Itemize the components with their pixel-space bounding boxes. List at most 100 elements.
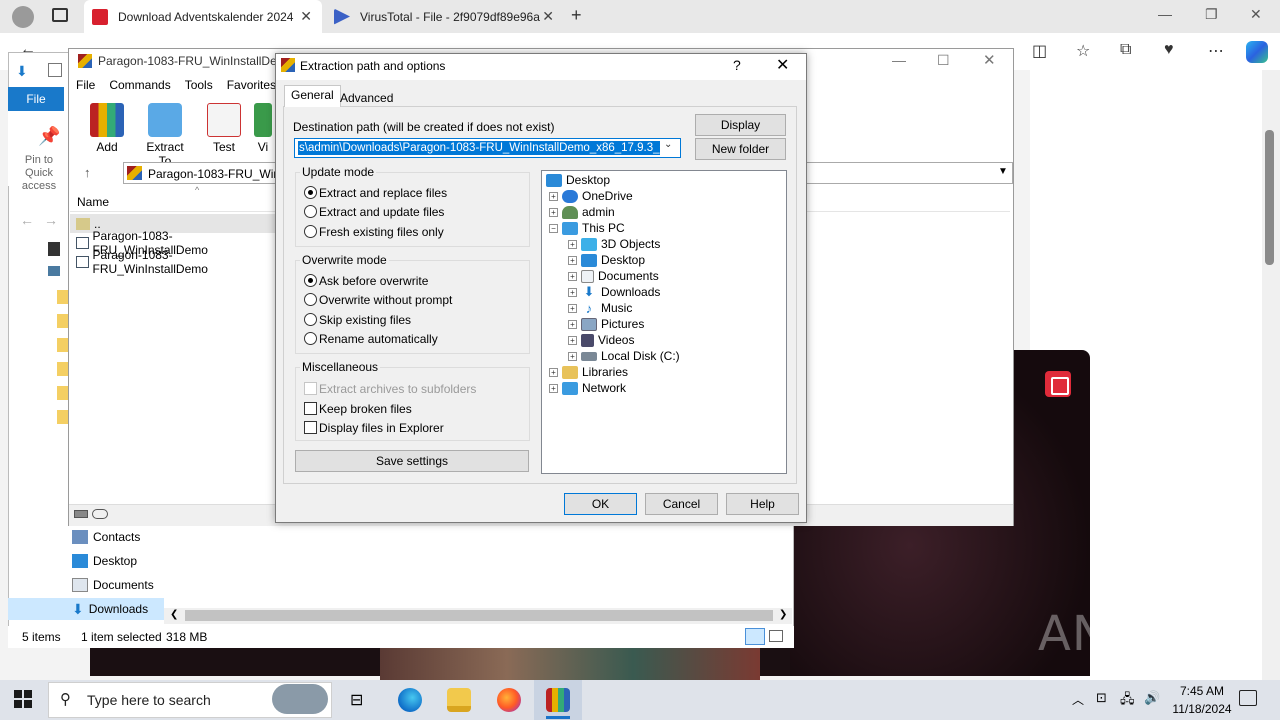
performance-icon[interactable]: ♥ (1164, 41, 1174, 59)
large-icons-view-icon[interactable] (769, 630, 783, 642)
browser-tab-adventskalender[interactable]: Download Adventskalender 2024 ✕ (84, 0, 322, 33)
radio-rename-auto[interactable] (304, 332, 317, 345)
nav-forward-icon[interactable]: → (44, 212, 58, 228)
extract-to-button[interactable]: Extract To (140, 103, 190, 168)
page-scroll-thumb[interactable] (1265, 130, 1274, 265)
dialog-help-button[interactable]: ? (733, 57, 741, 73)
radio-fresh-existing[interactable] (304, 225, 317, 238)
menu-commands[interactable]: Commands (109, 78, 170, 92)
clock-date[interactable]: 11/18/2024 (1166, 702, 1238, 716)
column-header-name[interactable]: Name (77, 195, 109, 209)
scroll-right-icon[interactable]: ❯ (779, 609, 787, 620)
task-view-icon[interactable]: ⊟ (350, 690, 363, 710)
tree-item-onedrive[interactable]: + OneDrive (549, 188, 633, 204)
dialog-close-icon[interactable]: ✕ (776, 55, 789, 75)
copilot-icon[interactable] (1246, 41, 1268, 63)
tree-item-local-disk[interactable]: + Local Disk (C:) (568, 348, 680, 364)
tree-item-this-pc[interactable]: − This PC (549, 220, 625, 236)
winrar-maximize-icon[interactable]: ☐ (937, 52, 950, 69)
file-row[interactable]: Paragon-1083-FRU_WinInstallDemo (70, 248, 280, 276)
notifications-icon[interactable] (1239, 690, 1257, 706)
tree-item-3d-objects[interactable]: + 3D Objects (568, 236, 660, 252)
display-button[interactable]: Display (695, 114, 786, 136)
option-skip-existing[interactable]: Skip existing files (319, 313, 411, 327)
cancel-button[interactable]: Cancel (645, 493, 718, 515)
option-keep-broken[interactable]: Keep broken files (319, 402, 412, 416)
radio-overwrite-no-prompt[interactable] (304, 293, 317, 306)
destination-dropdown-icon[interactable]: ⌄ (664, 139, 672, 150)
expand-icon[interactable]: + (568, 271, 577, 281)
tree-item-videos[interactable]: + Videos (568, 332, 634, 348)
option-ask-overwrite[interactable]: Ask before overwrite (319, 274, 428, 288)
nav-item-contacts[interactable]: Contacts (72, 526, 140, 548)
collapse-icon[interactable]: − (549, 223, 558, 233)
horizontal-scroll-thumb[interactable] (185, 610, 773, 621)
tree-item-network[interactable]: + Network (549, 380, 626, 396)
collections-icon[interactable]: ⧉ (1120, 41, 1131, 59)
profile-avatar[interactable] (12, 6, 34, 28)
expand-icon[interactable]: + (568, 319, 577, 329)
close-tab-icon[interactable]: ✕ (300, 8, 312, 25)
tree-item-libraries[interactable]: + Libraries (549, 364, 628, 380)
network-tray-icon[interactable]: 🖧 (1120, 690, 1135, 712)
ribbon-file-tab[interactable]: File (8, 87, 64, 111)
clock-time[interactable]: 7:45 AM (1172, 684, 1232, 698)
close-icon[interactable]: ✕ (1250, 6, 1262, 23)
tree-item-music[interactable]: + ♪ Music (568, 300, 632, 316)
tab-actions-icon[interactable] (52, 8, 68, 22)
expand-icon[interactable]: + (549, 383, 558, 393)
radio-skip-existing[interactable] (304, 313, 317, 326)
option-extract-replace[interactable]: Extract and replace files (319, 186, 447, 200)
ok-button[interactable]: OK (564, 493, 637, 515)
tree-item-documents[interactable]: + Documents (568, 268, 659, 284)
start-button[interactable] (14, 690, 32, 708)
nav-item-downloads[interactable]: ⬇ Downloads (72, 598, 162, 620)
tree-item-desktop-root[interactable]: Desktop (546, 172, 610, 188)
properties-icon[interactable] (48, 63, 62, 77)
new-folder-button[interactable]: New folder (695, 138, 786, 160)
winrar-close-icon[interactable]: ✕ (983, 51, 996, 69)
up-folder-icon[interactable]: ↑ (84, 165, 91, 180)
checkbox-display-explorer[interactable] (304, 421, 317, 434)
tab-general[interactable]: General (284, 85, 341, 107)
menu-favorites[interactable]: Favorites (227, 78, 276, 92)
checkbox-keep-broken[interactable] (304, 402, 317, 415)
nav-item-desktop[interactable]: Desktop (72, 550, 137, 572)
expand-icon[interactable]: + (568, 287, 577, 297)
split-screen-icon[interactable]: ◫ (1032, 41, 1047, 61)
expand-icon[interactable]: + (568, 335, 577, 345)
browser-tab-virustotal[interactable]: VirusTotal - File - 2f9079df89e96a ✕ (326, 0, 564, 33)
radio-extract-replace[interactable] (304, 186, 317, 199)
firefox-icon[interactable] (497, 688, 521, 712)
quick-access-download-icon[interactable]: ⬇ (16, 63, 28, 80)
tree-item-admin[interactable]: + admin (549, 204, 615, 220)
add-button[interactable]: Add (82, 103, 132, 154)
menu-file[interactable]: File (76, 78, 95, 92)
save-settings-button[interactable]: Save settings (295, 450, 529, 472)
option-overwrite-no-prompt[interactable]: Overwrite without prompt (319, 293, 452, 307)
path-dropdown-icon[interactable]: ▼ (998, 166, 1008, 177)
expand-icon[interactable]: + (568, 303, 577, 313)
menu-tools[interactable]: Tools (185, 78, 213, 92)
details-view-icon[interactable] (745, 628, 765, 645)
show-hidden-icons-icon[interactable]: ︿ (1072, 691, 1084, 708)
expand-icon[interactable]: + (549, 191, 558, 201)
expand-icon[interactable]: + (549, 207, 558, 217)
tree-item-desktop[interactable]: + Desktop (568, 252, 645, 268)
destination-path-value[interactable]: s\admin\Downloads\Paragon-1083-FRU_WinIn… (298, 141, 660, 155)
more-menu-icon[interactable]: ⋯ (1208, 41, 1224, 61)
help-button[interactable]: Help (726, 493, 799, 515)
option-extract-update[interactable]: Extract and update files (319, 205, 444, 219)
volume-icon[interactable]: 🔊 (1144, 690, 1160, 706)
restore-icon[interactable]: ❐ (1205, 6, 1218, 23)
edge-icon[interactable] (398, 688, 422, 712)
tree-item-pictures[interactable]: + Pictures (568, 316, 644, 332)
option-rename-auto[interactable]: Rename automatically (319, 332, 438, 346)
nav-item-documents[interactable]: Documents (72, 574, 162, 596)
expand-icon[interactable]: + (549, 367, 558, 377)
new-tab-button[interactable]: + (571, 5, 582, 26)
radio-ask-overwrite[interactable] (304, 274, 317, 287)
close-tab-icon[interactable]: ✕ (542, 8, 554, 25)
favorites-star-icon[interactable]: ☆ (1076, 41, 1090, 61)
meet-now-icon[interactable]: ⊡ (1096, 690, 1107, 706)
